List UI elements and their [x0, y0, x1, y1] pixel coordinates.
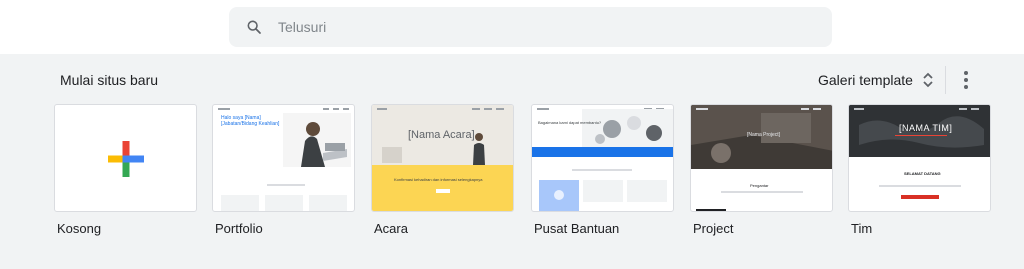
tim-hero-text: [NAMA TIM]	[899, 123, 953, 133]
plus-icon	[108, 141, 144, 177]
toolbar-divider	[945, 66, 946, 94]
portfolio-hero-text: Halo saya [Nama] [Jabatan/Bidang Keahlia…	[221, 115, 280, 127]
search-icon	[247, 20, 261, 34]
project-section-title: Pengantar	[750, 183, 769, 188]
thumbnail-nav	[691, 105, 832, 113]
portfolio-hero-photo	[283, 113, 351, 167]
thumbnail-block	[309, 195, 347, 211]
section-title: Mulai situs baru	[60, 72, 159, 88]
thumbnail-block	[265, 195, 303, 211]
tim-underline	[895, 135, 947, 136]
help-search-banner	[532, 147, 673, 157]
template-card-portfolio[interactable]: Halo saya [Nama] [Jabatan/Bidang Keahlia…	[212, 104, 355, 212]
thumbnail-block	[583, 180, 623, 202]
tim-button	[901, 195, 939, 199]
template-card-kosong[interactable]	[54, 104, 197, 212]
unfold-icon	[923, 72, 933, 88]
thumbnail-line	[267, 184, 305, 186]
search-box[interactable]	[229, 7, 832, 47]
thumbnail-line	[879, 185, 961, 187]
thumbnail-block	[627, 180, 667, 202]
template-label-project: Project	[693, 221, 734, 236]
search-input[interactable]	[276, 18, 780, 36]
thumbnail-line	[721, 191, 803, 193]
acara-hero-text: [Nama Acara]	[408, 129, 475, 141]
template-label-pusat-bantuan: Pusat Bantuan	[534, 221, 620, 236]
template-label-portfolio: Portfolio	[215, 221, 263, 236]
project-hero-text: [Nama Project]	[747, 132, 781, 138]
tim-section-title: SELAMAT DATANG	[904, 171, 941, 176]
template-card-tim[interactable]: [NAMA TIM] SELAMAT DATANG	[848, 104, 991, 212]
top-bar	[0, 0, 1024, 54]
template-gallery-label: Galeri template	[818, 72, 913, 88]
help-hero-illustration	[582, 109, 673, 147]
template-card-project[interactable]: [Nama Project] Pengantar	[690, 104, 833, 212]
template-card-pusat-bantuan[interactable]: Bagaimana kami dapat membantu?	[531, 104, 674, 212]
acara-banner-text: Konfirmasi kehadiran dan informasi selen…	[394, 177, 483, 182]
help-card-image	[539, 180, 579, 211]
thumbnail-nav	[849, 105, 990, 113]
acara-button	[436, 189, 450, 193]
template-gallery-button[interactable]: Galeri template	[818, 68, 934, 92]
help-hero-text: Bagaimana kami dapat membantu?	[538, 120, 602, 125]
thumbnail-block	[696, 209, 726, 211]
thumbnail-line	[572, 169, 632, 171]
thumbnail-nav	[372, 105, 513, 113]
thumbnail-block	[382, 147, 402, 163]
template-label-kosong: Kosong	[57, 221, 102, 236]
thumbnail-block	[221, 195, 259, 211]
thumbnail-nav	[213, 105, 354, 113]
template-card-acara[interactable]: [Nama Acara] Konfirmasi kehadiran dan in…	[371, 104, 514, 212]
more-options-icon[interactable]	[956, 68, 976, 92]
template-label-acara: Acara	[374, 221, 408, 236]
template-label-tim: Tim	[851, 221, 873, 236]
